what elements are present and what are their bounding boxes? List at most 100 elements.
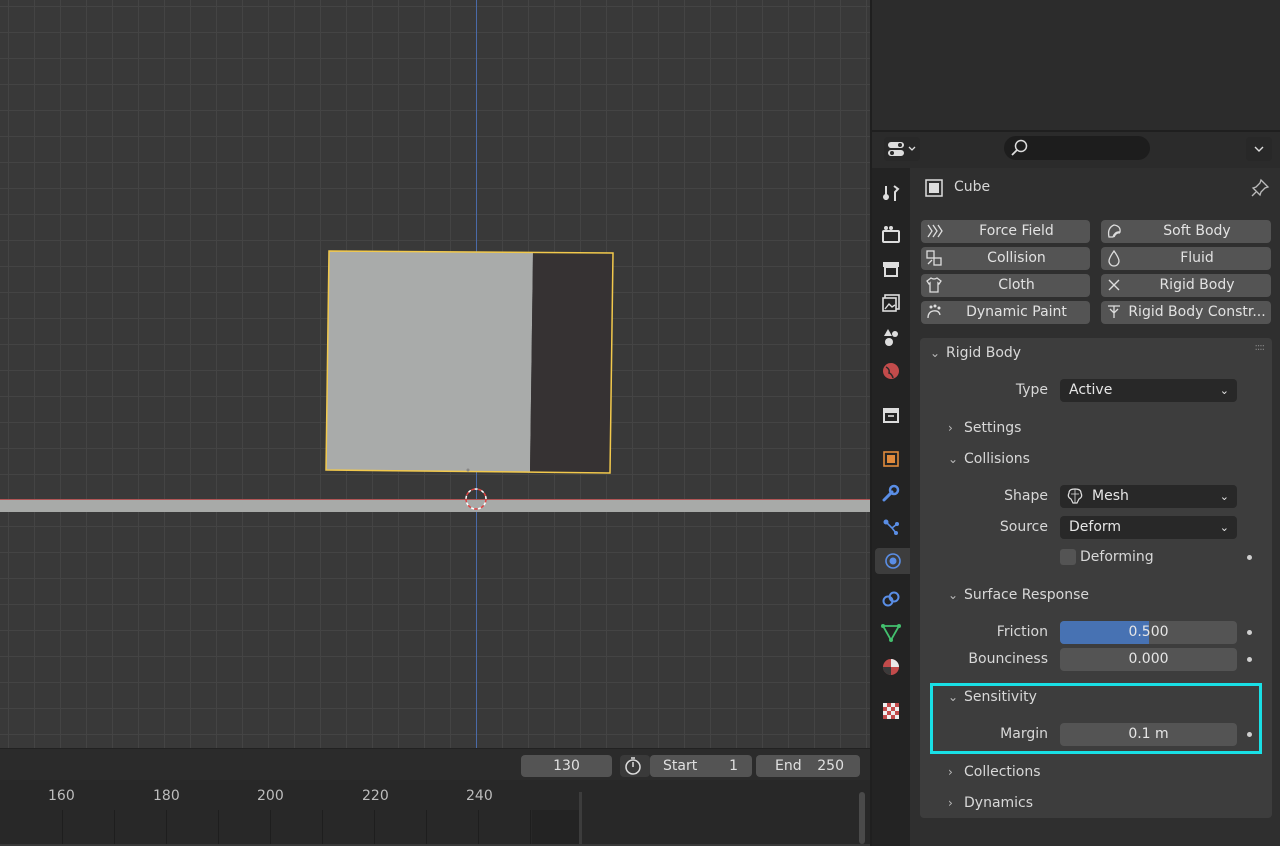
options-dropdown-button[interactable] bbox=[1246, 137, 1272, 161]
ruler-tick bbox=[374, 810, 375, 844]
tab-render[interactable] bbox=[878, 222, 904, 248]
rigid-body-panel-header[interactable]: ⌄ Rigid Body bbox=[930, 345, 1021, 361]
tab-physics[interactable] bbox=[875, 548, 910, 574]
fluid-button[interactable]: Fluid bbox=[1101, 247, 1271, 270]
mesh-data-icon bbox=[881, 624, 901, 642]
pin-icon[interactable] bbox=[1250, 178, 1270, 198]
bounciness-value: 0.000 bbox=[1128, 651, 1169, 667]
3d-viewport[interactable] bbox=[0, 0, 870, 748]
end-frame-field[interactable]: End 250 bbox=[756, 755, 860, 777]
texture-icon bbox=[883, 703, 899, 719]
collisions-subpanel-header[interactable]: ⌄ Collisions bbox=[948, 451, 1030, 467]
end-label: End bbox=[775, 758, 802, 774]
source-select[interactable]: Deform ⌄ bbox=[1060, 516, 1237, 539]
chevron-down-icon: ⌄ bbox=[1219, 521, 1229, 534]
editor-type-button[interactable] bbox=[884, 137, 920, 161]
tab-particles[interactable] bbox=[878, 514, 904, 540]
world-icon bbox=[883, 363, 899, 379]
fluid-drop-icon bbox=[1108, 249, 1120, 267]
physics-icon bbox=[884, 553, 901, 569]
tab-texture[interactable] bbox=[878, 698, 904, 724]
friction-slider[interactable]: 0.500 bbox=[1060, 621, 1237, 644]
chevron-right-icon: › bbox=[948, 765, 953, 779]
collision-icon bbox=[926, 250, 942, 266]
tab-constraints[interactable] bbox=[878, 586, 904, 612]
ruler-tick bbox=[218, 810, 219, 844]
sensitivity-highlight-box bbox=[930, 683, 1262, 754]
deforming-checkbox[interactable] bbox=[1060, 549, 1076, 565]
type-label: Type bbox=[1015, 382, 1048, 398]
friction-label: Friction bbox=[996, 624, 1048, 640]
soft-body-icon bbox=[1107, 224, 1121, 238]
3d-cursor-icon[interactable] bbox=[465, 488, 487, 510]
current-frame-field[interactable]: 130 bbox=[521, 755, 612, 777]
tool-icon bbox=[883, 185, 900, 201]
start-label: Start bbox=[663, 758, 698, 774]
ruler-tick bbox=[114, 810, 115, 844]
collision-button[interactable]: Collision bbox=[921, 247, 1090, 270]
dynamic-paint-button[interactable]: Dynamic Paint bbox=[921, 301, 1090, 324]
source-label: Source bbox=[999, 519, 1048, 535]
rigid-body-constraint-button[interactable]: Rigid Body Constr... bbox=[1101, 301, 1271, 324]
force-field-icon bbox=[927, 224, 943, 238]
tab-tool[interactable] bbox=[878, 180, 904, 206]
tab-object[interactable] bbox=[878, 446, 904, 472]
chevron-down-icon: ⌄ bbox=[1219, 384, 1229, 397]
dynamics-label: Dynamics bbox=[964, 795, 1034, 811]
timeline-scrollbar[interactable] bbox=[859, 792, 865, 844]
object-name: Cube bbox=[954, 179, 991, 195]
ruler-label: 160 bbox=[48, 788, 75, 804]
keyframe-dot[interactable] bbox=[1247, 630, 1252, 635]
timeline-ruler[interactable]: 160 180 200 220 240 bbox=[0, 780, 870, 844]
ruler-tick bbox=[62, 810, 63, 844]
surface-response-subpanel-header[interactable]: ⌄ Surface Response bbox=[948, 587, 1089, 603]
bounciness-label: Bounciness bbox=[968, 651, 1048, 667]
ruler-label: 220 bbox=[362, 788, 389, 804]
tab-view-layer[interactable] bbox=[878, 290, 904, 316]
keyframe-dot[interactable] bbox=[1247, 657, 1252, 662]
friction-value: 0.500 bbox=[1128, 624, 1169, 640]
dynamic-paint-icon bbox=[927, 304, 941, 319]
ruler-tick bbox=[270, 810, 271, 844]
type-select[interactable]: Active ⌄ bbox=[1060, 379, 1237, 402]
cube-object[interactable] bbox=[0, 0, 870, 748]
rigid-body-button[interactable]: Rigid Body bbox=[1101, 274, 1271, 297]
tab-scene[interactable] bbox=[878, 324, 904, 350]
properties-tabs bbox=[872, 168, 910, 846]
timeline-header: 130 Start 1 End 250 bbox=[0, 748, 870, 781]
deforming-label: Deforming bbox=[1080, 549, 1154, 565]
keyframe-dot[interactable] bbox=[1247, 555, 1252, 560]
surface-response-title: Surface Response bbox=[964, 587, 1090, 603]
ruler-label: 240 bbox=[466, 788, 493, 804]
tab-output[interactable] bbox=[878, 256, 904, 282]
shape-select[interactable]: Mesh ⌄ bbox=[1060, 485, 1237, 508]
drag-handle-icon[interactable]: :::: bbox=[1255, 342, 1266, 353]
settings-subpanel-header[interactable]: › Settings bbox=[948, 420, 1021, 436]
tab-material[interactable] bbox=[878, 654, 904, 680]
current-frame-value: 130 bbox=[553, 758, 580, 774]
search-input[interactable] bbox=[1004, 136, 1150, 160]
cloth-shirt-icon bbox=[926, 277, 942, 293]
force-field-button[interactable]: Force Field bbox=[921, 220, 1090, 243]
ruler-label: 180 bbox=[153, 788, 180, 804]
tab-data[interactable] bbox=[878, 620, 904, 646]
object-icon bbox=[925, 179, 943, 197]
cloth-label: Cloth bbox=[998, 277, 1035, 293]
mesh-shape-icon bbox=[1067, 488, 1083, 504]
constraint-icon bbox=[1108, 305, 1120, 318]
soft-body-button[interactable]: Soft Body bbox=[1101, 220, 1271, 243]
tab-collection[interactable] bbox=[878, 402, 904, 428]
stopwatch-button[interactable] bbox=[620, 755, 650, 777]
tab-modifiers[interactable] bbox=[878, 480, 904, 506]
cloth-button[interactable]: Cloth bbox=[921, 274, 1090, 297]
collections-subpanel-header[interactable]: › Collections bbox=[948, 764, 1041, 780]
start-frame-field[interactable]: Start 1 bbox=[650, 755, 752, 777]
bounciness-slider[interactable]: 0.000 bbox=[1060, 648, 1237, 671]
timeline-out-range bbox=[532, 810, 582, 844]
chevron-right-icon: › bbox=[948, 421, 953, 435]
outliner-area[interactable] bbox=[870, 0, 1280, 130]
tab-world[interactable] bbox=[878, 358, 904, 384]
close-x-icon bbox=[1108, 279, 1120, 291]
dynamics-subpanel-header[interactable]: › Dynamics bbox=[948, 795, 1033, 811]
soft-body-label: Soft Body bbox=[1163, 223, 1231, 239]
